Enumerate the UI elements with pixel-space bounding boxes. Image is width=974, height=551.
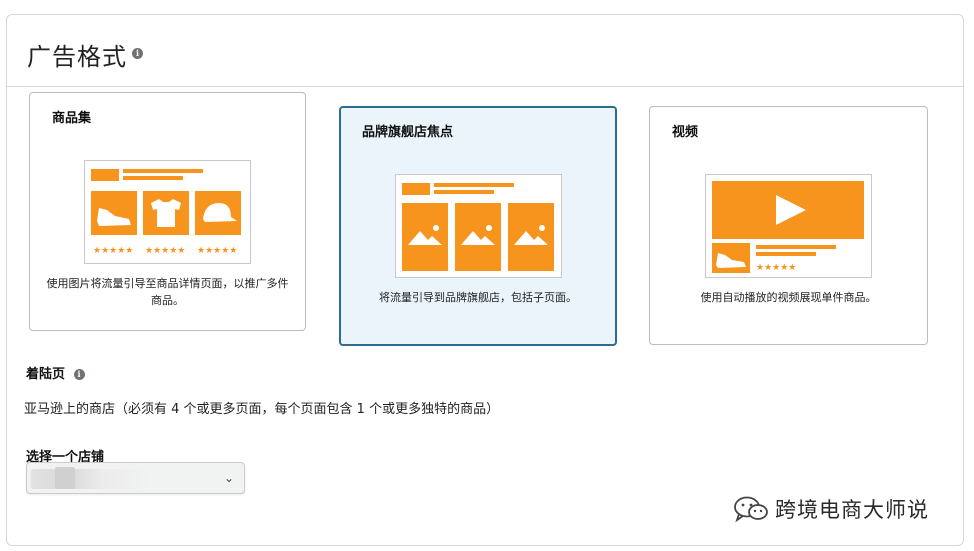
ad-format-card-video[interactable]: 视频 ★★★★★ 使用自动播放的视频展现单件商品。 — [649, 106, 928, 345]
card-description: 使用自动播放的视频展现单件商品。 — [700, 291, 877, 304]
store-select-value-redacted-block — [55, 467, 75, 489]
chevron-down-icon: ⌄ — [223, 471, 234, 485]
store-spotlight-illustration — [395, 174, 562, 278]
landing-page-value: 亚马逊上的商店（必须有 4 个或更多页面，每个页面包含 1 个或更多独特的商品） — [24, 402, 500, 417]
svg-text:★★★★★: ★★★★★ — [145, 246, 185, 256]
store-select-value-redacted — [31, 469, 151, 489]
svg-text:★★★★★: ★★★★★ — [197, 246, 237, 256]
wechat-icon — [734, 496, 768, 523]
product-collection-illustration: ★★★★★ ★★★★★ ★★★★★ — [84, 160, 251, 264]
card-description: 使用图片将流量引导至商品详情页面，以推广多件商品。 — [46, 277, 289, 307]
page-title: 广告格式 — [27, 43, 127, 71]
video-illustration: ★★★★★ — [705, 174, 872, 278]
store-select[interactable]: ⌄ — [26, 462, 245, 494]
watermark-text: 跨境电商大师说 — [775, 498, 929, 522]
card-title: 视频 — [672, 125, 699, 140]
svg-text:★★★★★: ★★★★★ — [756, 263, 796, 273]
landing-page-label-text: 着陆页 — [26, 367, 66, 382]
info-icon[interactable]: i — [132, 48, 143, 59]
watermark: 跨境电商大师说 — [733, 494, 929, 524]
landing-page-label: 着陆页 i — [26, 363, 85, 382]
card-title: 品牌旗舰店焦点 — [362, 125, 454, 140]
card-description: 将流量引导到品牌旗舰店，包括子页面。 — [379, 291, 577, 304]
svg-text:★★★★★: ★★★★★ — [93, 246, 133, 256]
ad-format-card-store-spotlight[interactable]: 品牌旗舰店焦点 将流量引导到品牌旗舰店，包括子页面。 — [339, 106, 617, 346]
ad-format-card-product-collection[interactable]: 商品集 ★★★★★ ★★★★★ ★★★★★ 使用图片将流量引导至商品详情页面，以… — [29, 92, 306, 331]
panel-header: 广告格式 i — [7, 15, 963, 87]
info-icon[interactable]: i — [73, 369, 85, 380]
card-title: 商品集 — [52, 111, 92, 126]
